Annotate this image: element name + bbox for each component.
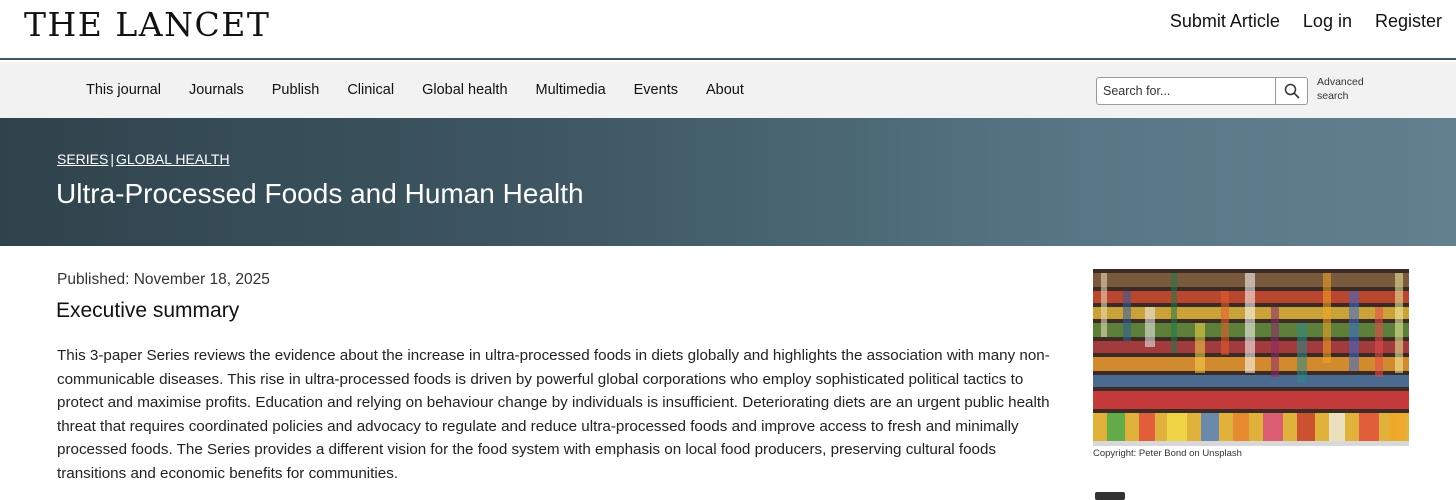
search-box	[1096, 77, 1308, 105]
breadcrumb-global-health-link[interactable]: GLOBAL HEALTH	[116, 151, 230, 167]
search-button[interactable]	[1275, 78, 1307, 104]
published-date: Published: November 18, 2025	[57, 271, 270, 288]
nav-item-multimedia[interactable]: Multimedia	[536, 82, 606, 98]
series-figure: Copyright: Peter Bond on Unsplash	[1093, 269, 1409, 459]
nav-item-journals[interactable]: Journals	[189, 82, 244, 98]
search-icon	[1284, 83, 1299, 99]
breadcrumb-separator: |	[110, 151, 114, 167]
advanced-search-line1: Advanced	[1317, 76, 1364, 88]
nav-items: This journal Journals Publish Clinical G…	[86, 62, 744, 118]
lancet-logo[interactable]: THE LANCET	[24, 5, 270, 44]
series-hero-banner: SERIES | GLOBAL HEALTH Ultra-Processed Foo…	[0, 118, 1456, 246]
nav-item-events[interactable]: Events	[634, 82, 678, 98]
log-in-link[interactable]: Log in	[1303, 10, 1352, 32]
register-link[interactable]: Register	[1375, 10, 1442, 32]
nav-item-about[interactable]: About	[706, 82, 744, 98]
submit-article-link[interactable]: Submit Article	[1170, 10, 1280, 32]
figure-caption: Copyright: Peter Bond on Unsplash	[1093, 448, 1242, 459]
page-title: Ultra-Processed Foods and Human Health	[56, 178, 584, 209]
nav-item-this-journal[interactable]: This journal	[86, 82, 161, 98]
top-header: THE LANCET Submit Article Log in Registe…	[0, 0, 1456, 60]
sidebar-heading-partial	[1095, 492, 1125, 500]
nav-item-global-health[interactable]: Global health	[422, 82, 507, 98]
search-input[interactable]	[1097, 78, 1275, 104]
main-nav: This journal Journals Publish Clinical G…	[0, 62, 1456, 118]
executive-summary-heading: Executive summary	[56, 299, 240, 322]
account-links: Submit Article Log in Register	[1170, 10, 1442, 32]
supermarket-shelves-illustration	[1093, 269, 1409, 446]
advanced-search-line2: search	[1317, 90, 1349, 102]
nav-item-clinical[interactable]: Clinical	[347, 82, 394, 98]
advanced-search-link[interactable]: Advanced search	[1317, 75, 1377, 103]
executive-summary-text: This 3-paper Series reviews the evidence…	[57, 347, 1050, 482]
nav-item-publish[interactable]: Publish	[272, 82, 320, 98]
breadcrumb-series-link[interactable]: SERIES	[57, 151, 108, 167]
supermarket-shelves-image[interactable]	[1093, 269, 1409, 446]
breadcrumb: SERIES | GLOBAL HEALTH	[57, 151, 230, 167]
